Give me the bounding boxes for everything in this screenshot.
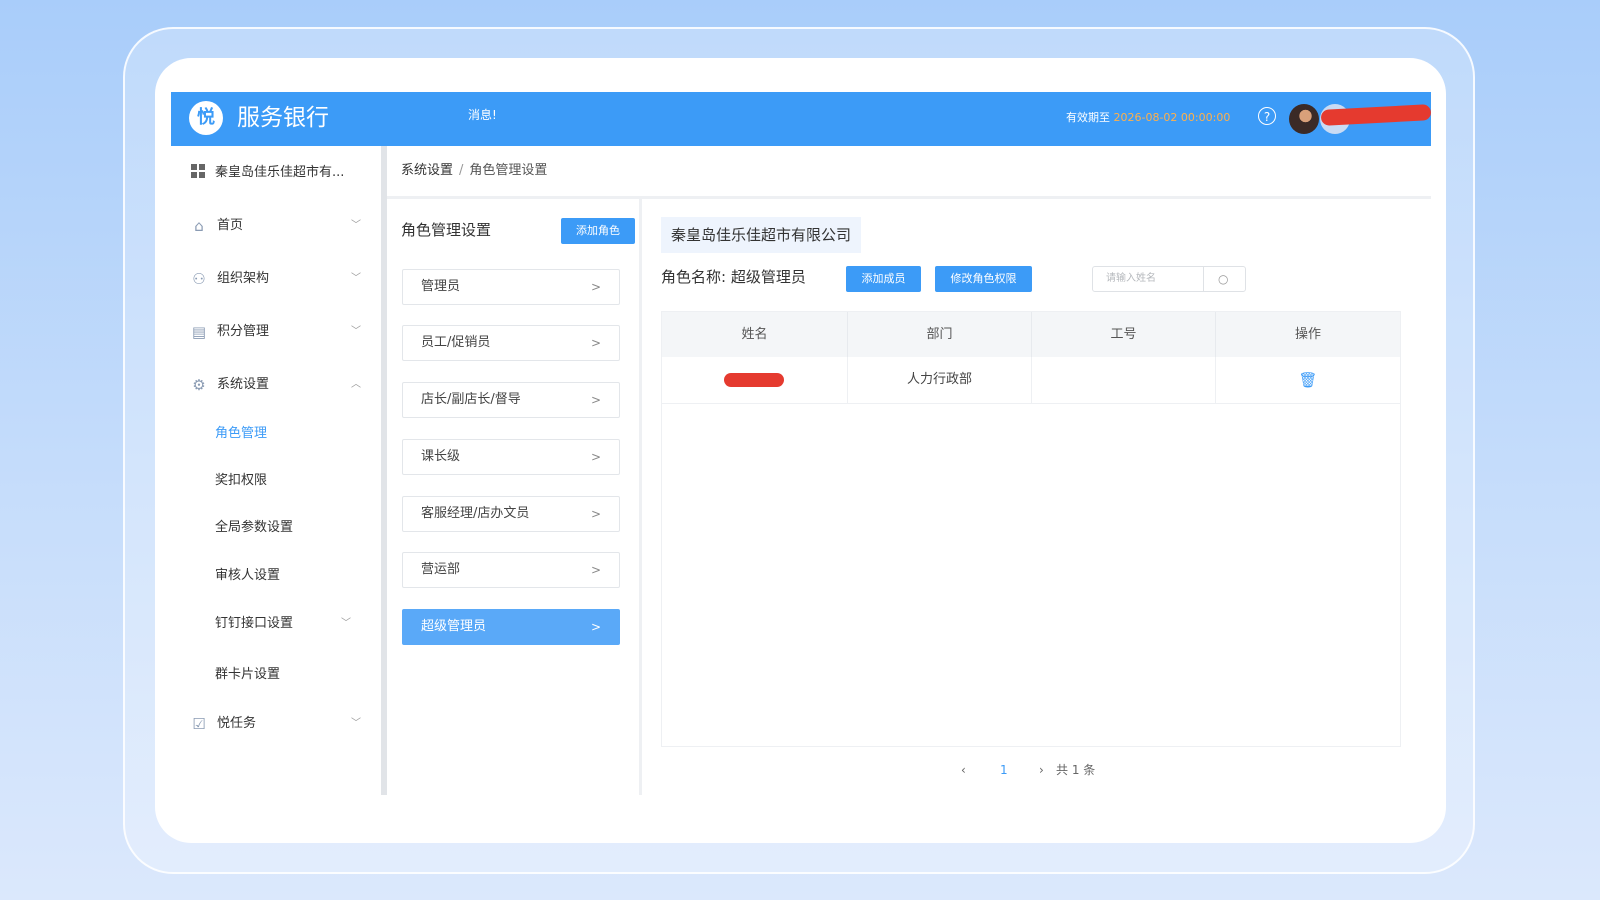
role-item-store-manager[interactable]: 店长/副店长/督导 >	[402, 382, 620, 418]
breadcrumb-parent[interactable]: 系统设置	[401, 163, 453, 178]
validity-label: 有效期至	[1066, 111, 1110, 124]
logo-icon: 悦	[189, 101, 223, 135]
role-item-label: 店长/副店长/督导	[421, 392, 521, 407]
role-item-label: 营运部	[421, 562, 461, 577]
chevron-right-icon: >	[590, 563, 601, 577]
breadcrumb-current: 角色管理设置	[469, 163, 548, 178]
next-page-button[interactable]: ›	[1039, 760, 1044, 780]
sidebar-sub-reviewer-settings[interactable]: 审核人设置	[215, 566, 280, 586]
chevron-down-icon: ﹀	[341, 618, 351, 629]
role-item-super-admin[interactable]: 超级管理员 >	[402, 609, 620, 645]
page-number-1[interactable]: 1	[1000, 760, 1008, 780]
home-icon: ⌂	[194, 217, 204, 235]
chevron-right-icon: >	[590, 280, 601, 294]
notice-link[interactable]: 消息!	[468, 106, 497, 124]
sidebar-item-label: 系统设置	[217, 377, 270, 392]
role-name: 角色名称: 超级管理员	[661, 266, 806, 288]
search-icon[interactable]: ○	[1218, 267, 1228, 291]
chevron-down-icon: ﹀	[351, 273, 361, 284]
app-window: 悦 服务银行 消息! 有效期至 2026-08-02 00:00:00 ? 秦皇…	[171, 92, 1431, 795]
redacted-name	[724, 373, 784, 387]
users-icon: ⚇	[192, 270, 206, 288]
members-table: 姓名 部门 工号 操作 人力行政部 🗑	[661, 311, 1401, 747]
role-item-staff[interactable]: 员工/促销员 >	[402, 325, 620, 361]
role-item-label: 超级管理员	[421, 619, 487, 634]
top-bar: 悦 服务银行 消息! 有效期至 2026-08-02 00:00:00 ?	[171, 92, 1431, 146]
prev-page-button[interactable]: ‹	[961, 760, 966, 780]
sidebar-company[interactable]: 秦皇岛佳乐佳超市有...	[191, 164, 344, 182]
app-title: 服务银行	[237, 105, 329, 131]
chevron-up-icon: ︿	[351, 379, 361, 390]
role-item-service-manager[interactable]: 客服经理/店办文员 >	[402, 496, 620, 532]
avatar[interactable]	[1289, 104, 1319, 134]
sidebar-sub-global-params[interactable]: 全局参数设置	[215, 518, 293, 538]
chevron-right-icon: >	[590, 393, 601, 407]
sidebar-company-label: 秦皇岛佳乐佳超市有...	[215, 165, 345, 180]
role-list-panel: 角色管理设置 添加角色 管理员 > 员工/促销员 > 店长/副店长/督导 > 课长级 >…	[387, 199, 642, 795]
task-icon: ☑	[192, 715, 206, 733]
cell-department: 人力行政部	[848, 357, 1032, 403]
sidebar: 秦皇岛佳乐佳超市有... ⌂ 首页 ﹀ ⚇ 组织架构 ﹀ ▤ 积分管理 ﹀ ⚙ …	[171, 146, 387, 795]
sidebar-item-home[interactable]: ⌂ 首页 ﹀	[191, 214, 361, 238]
pagination-total: 共 1 条	[1056, 763, 1096, 777]
cell-name	[662, 357, 848, 403]
settings-icon: ⚙	[192, 376, 206, 394]
screenshot-card: 悦 服务银行 消息! 有效期至 2026-08-02 00:00:00 ? 秦皇…	[155, 58, 1446, 843]
table-header: 姓名 部门 工号 操作	[662, 312, 1400, 357]
role-item-label: 管理员	[421, 279, 461, 294]
sidebar-item-settings[interactable]: ⚙ 系统设置 ︿	[191, 373, 361, 397]
chevron-right-icon: >	[590, 507, 601, 521]
company-name: 秦皇岛佳乐佳超市有限公司	[661, 217, 861, 253]
sidebar-item-label: 首页	[217, 218, 244, 233]
sidebar-item-points[interactable]: ▤ 积分管理 ﹀	[191, 320, 361, 344]
grid-icon	[191, 164, 205, 178]
chevron-right-icon: >	[590, 336, 601, 350]
role-panel-title: 角色管理设置	[401, 221, 492, 239]
sidebar-sub-role-management[interactable]: 角色管理	[215, 424, 267, 444]
role-item-label: 客服经理/店办文员	[421, 506, 530, 521]
role-name-value: 超级管理员	[730, 268, 806, 286]
chevron-down-icon: ﹀	[351, 326, 361, 337]
sidebar-sub-group-card[interactable]: 群卡片设置	[215, 665, 280, 685]
validity-date: 2026-08-02 00:00:00	[1113, 111, 1231, 124]
cell-actions: 🗑	[1216, 357, 1400, 403]
sidebar-sub-reward-permission[interactable]: 奖扣权限	[215, 471, 267, 491]
role-item-operations[interactable]: 营运部 >	[402, 552, 620, 588]
sidebar-item-organization[interactable]: ⚇ 组织架构 ﹀	[191, 267, 361, 291]
cell-employee-id	[1032, 357, 1216, 403]
sidebar-item-label: 组织架构	[217, 271, 270, 286]
add-role-button[interactable]: 添加角色	[561, 218, 635, 244]
role-item-admin[interactable]: 管理员 >	[402, 269, 620, 305]
sidebar-item-task[interactable]: ☑ 悦任务 ﹀	[191, 712, 361, 736]
validity-info: 有效期至 2026-08-02 00:00:00	[1066, 109, 1230, 127]
role-name-label: 角色名称:	[661, 268, 727, 286]
table-row: 人力行政部 🗑	[662, 357, 1400, 404]
role-item-label: 课长级	[421, 449, 461, 464]
sidebar-item-label: 积分管理	[217, 324, 270, 339]
trash-icon[interactable]: 🗑	[1298, 371, 1317, 389]
chevron-right-icon: >	[590, 450, 601, 464]
chevron-right-icon: >	[590, 620, 601, 634]
divider	[1203, 267, 1204, 291]
edit-role-permission-button[interactable]: 修改角色权限	[935, 266, 1032, 292]
chevron-down-icon: ﹀	[351, 718, 361, 729]
column-header-name: 姓名	[662, 312, 848, 357]
breadcrumb: 系统设置 / 角色管理设置	[401, 162, 547, 180]
sidebar-item-label: 悦任务	[217, 716, 257, 731]
role-item-section-chief[interactable]: 课长级 >	[402, 439, 620, 475]
column-header-department: 部门	[848, 312, 1032, 357]
sidebar-sub-dingtalk-settings[interactable]: 钉钉接口设置	[215, 614, 293, 634]
column-header-employee-id: 工号	[1032, 312, 1216, 357]
column-header-actions: 操作	[1294, 327, 1321, 342]
database-icon: ▤	[191, 323, 207, 341]
search-placeholder: 请输入姓名	[1106, 273, 1156, 284]
role-item-label: 员工/促销员	[421, 335, 491, 350]
search-input[interactable]: 请输入姓名 ○	[1092, 266, 1246, 292]
chevron-down-icon: ﹀	[351, 220, 361, 231]
breadcrumb-separator: /	[459, 163, 464, 178]
add-member-button[interactable]: 添加成员	[846, 266, 921, 292]
help-icon[interactable]: ?	[1258, 107, 1276, 125]
logo-char: 悦	[197, 107, 215, 128]
